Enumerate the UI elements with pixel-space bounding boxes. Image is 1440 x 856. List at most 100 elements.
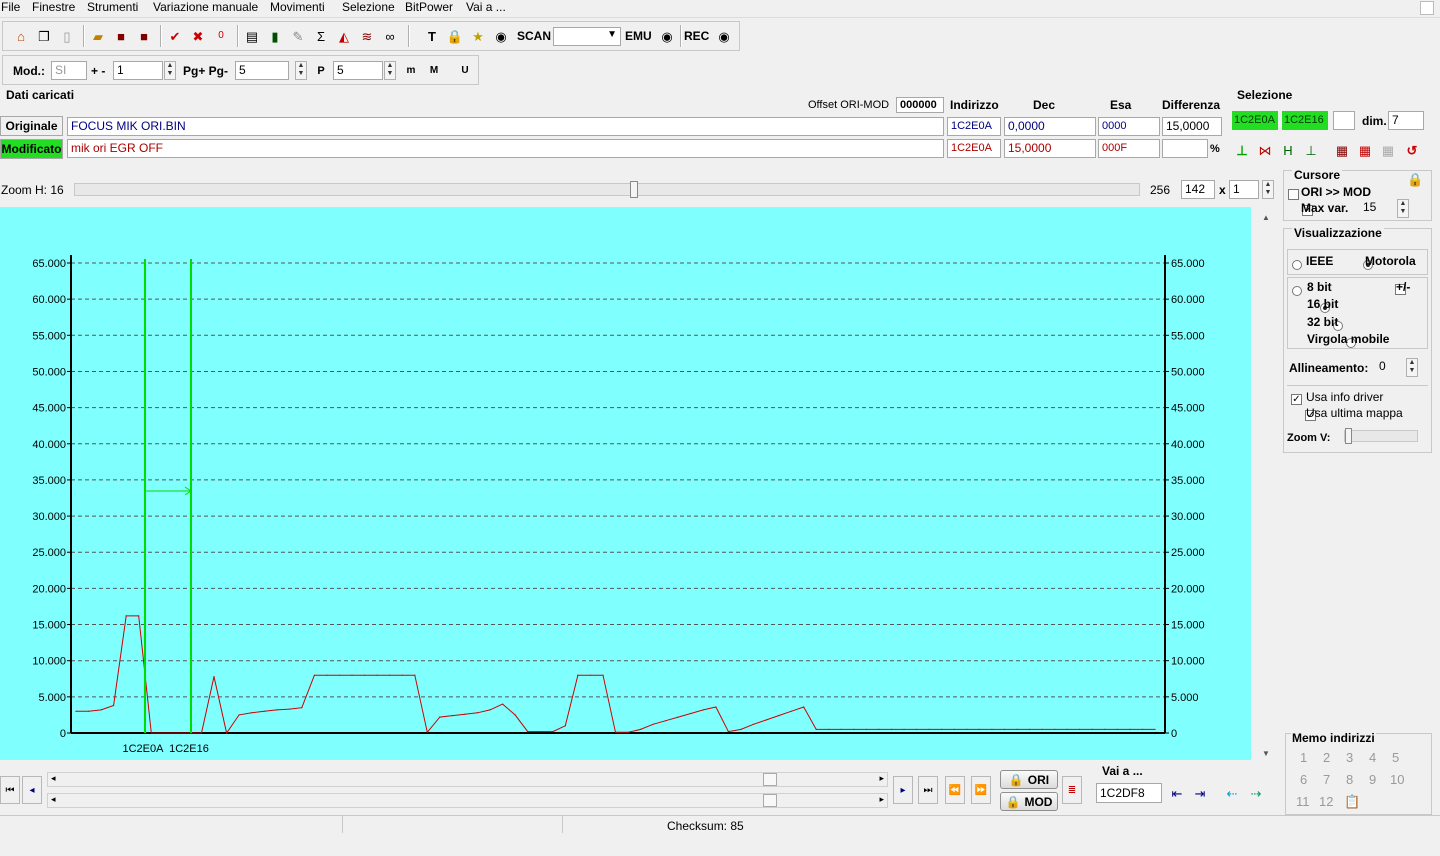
last-page-icon[interactable]: ⏭ <box>918 776 938 804</box>
table-icon[interactable]: ▤ <box>242 26 262 46</box>
runner-icon[interactable]: ★ <box>468 26 488 46</box>
vai-a-field[interactable]: 1C2DF8 <box>1096 783 1162 803</box>
selection-start[interactable]: 1C2E0A <box>1232 111 1278 130</box>
paste-selection-icon[interactable]: ▦ <box>1355 140 1375 160</box>
chart-svg[interactable]: 0 0 5.000 5.000 10.000 10.000 15.000 15.000 20.0… <box>0 207 1251 760</box>
memo-6[interactable]: 6 <box>1300 772 1307 787</box>
lock-icon[interactable]: 🔒 <box>1407 172 1423 188</box>
modificato-filename[interactable]: mik ori EGR OFF <box>67 139 944 158</box>
select-h-icon[interactable]: H <box>1278 140 1298 160</box>
copy-selection-icon[interactable]: ▦ <box>1332 140 1352 160</box>
prev-icon[interactable]: ◂ <box>22 776 42 804</box>
zoom-v-slider[interactable] <box>1344 428 1418 444</box>
scroll-right-icon[interactable]: ▸ <box>879 794 884 805</box>
open-folder-icon[interactable]: ▰ <box>88 26 108 46</box>
ori-mod-checkbox[interactable] <box>1288 189 1299 201</box>
check-icon[interactable]: ✔ <box>165 26 185 46</box>
originale-dec[interactable]: 0,0000 <box>1004 117 1096 136</box>
first-page-icon[interactable]: ⏮ <box>0 776 20 804</box>
reset-icon[interactable]: ↺ <box>1402 140 1422 160</box>
memo-2[interactable]: 2 <box>1323 750 1330 765</box>
plusminus-spinner[interactable]: ▲ ▼ <box>164 61 176 80</box>
go-right-icon[interactable]: ⇥ <box>1190 783 1210 803</box>
scroll-left-icon[interactable]: ◂ <box>51 773 56 784</box>
chart-vscrollbar[interactable]: ▲ ▼ <box>1258 207 1275 760</box>
page-p-icon[interactable]: P <box>311 61 331 81</box>
allineamento-spinner[interactable]: ▲ ▼ <box>1406 358 1418 377</box>
zoom-h-thumb[interactable] <box>630 181 638 198</box>
p-field[interactable]: 5 <box>333 61 383 80</box>
M-icon[interactable]: M <box>424 61 444 81</box>
max-var-field[interactable]: 15 <box>1360 199 1396 218</box>
ori-hscroll[interactable]: ◂ ▸ <box>47 772 888 787</box>
disabled-selection-icon[interactable]: ▦ <box>1378 140 1398 160</box>
zoom-142-field[interactable]: 142 <box>1181 180 1215 199</box>
compare-icon[interactable]: ≣ <box>1062 776 1082 804</box>
memo-7[interactable]: 7 <box>1323 772 1330 787</box>
memory-forward-icon[interactable]: ⇢ <box>1246 783 1266 803</box>
originale-differenza[interactable]: 15,0000 <box>1162 117 1222 136</box>
memo-11[interactable]: 11 <box>1296 794 1310 809</box>
bit8-radio[interactable] <box>1292 285 1302 296</box>
scroll-left-icon[interactable]: ◂ <box>51 794 56 805</box>
graph-icon[interactable]: ≋ <box>357 26 377 46</box>
next-diff-icon[interactable]: ⏩ <box>971 776 991 804</box>
memo-9[interactable]: 9 <box>1369 772 1376 787</box>
save-icon[interactable]: ■ <box>111 26 131 46</box>
plusminus-field[interactable]: 1 <box>113 61 163 80</box>
mod-field[interactable]: SI <box>51 61 87 80</box>
originale-filename[interactable]: FOCUS MIK ORI.BIN <box>67 117 944 136</box>
select-end-icon[interactable]: ⊥ <box>1301 140 1321 160</box>
modificato-esa[interactable]: 000F <box>1098 139 1160 158</box>
windows-icon[interactable]: ❐ <box>34 26 54 46</box>
go-left-icon[interactable]: ⇤ <box>1167 783 1187 803</box>
ori-hscroll-thumb[interactable] <box>763 773 777 786</box>
save-as-icon[interactable]: ■ <box>134 26 154 46</box>
text-icon[interactable]: T <box>422 26 442 46</box>
zero-icon[interactable]: 0 <box>211 26 231 46</box>
mod-button[interactable]: 🔒 MOD <box>1000 792 1058 811</box>
record-dot-icon[interactable]: ◉ <box>491 26 511 46</box>
next-icon[interactable]: ▸ <box>893 776 913 804</box>
scroll-down-icon[interactable]: ▼ <box>1262 749 1270 758</box>
mod-hscroll-thumb[interactable] <box>763 794 777 807</box>
memo-1[interactable]: 1 <box>1300 750 1307 765</box>
calculator-icon[interactable]: ▮ <box>265 26 285 46</box>
p-spinner[interactable]: ▲ ▼ <box>384 61 396 80</box>
tool-icon[interactable]: ✎ <box>288 26 308 46</box>
dim-field[interactable]: 7 <box>1388 111 1424 130</box>
originale-esa[interactable]: 0000 <box>1098 117 1160 136</box>
emu-icon[interactable]: ◉ <box>657 26 677 46</box>
max-var-spinner[interactable]: ▲ ▼ <box>1397 199 1409 218</box>
m-icon[interactable]: m <box>401 61 421 81</box>
pg-field[interactable]: 5 <box>235 61 289 80</box>
menu-file[interactable]: File <box>1 0 20 15</box>
memo-3[interactable]: 3 <box>1346 750 1353 765</box>
zoom-v-thumb[interactable] <box>1345 428 1352 444</box>
menu-strumenti[interactable]: Strumenti <box>87 0 138 15</box>
menu-finestre[interactable]: Finestre <box>32 0 75 15</box>
memo-5[interactable]: 5 <box>1392 750 1399 765</box>
rec-icon[interactable]: ◉ <box>714 26 734 46</box>
select-mid-icon[interactable]: ⋈ <box>1255 140 1275 160</box>
originale-address[interactable]: 1C2E0A <box>947 117 1001 136</box>
menu-selezione[interactable]: Selezione <box>342 0 395 15</box>
binoculars-icon[interactable]: ∞ <box>380 26 400 46</box>
memo-8[interactable]: 8 <box>1346 772 1353 787</box>
menu-vai-a[interactable]: Vai a ... <box>466 0 506 15</box>
menu-movimenti[interactable]: Movimenti <box>270 0 325 15</box>
pg-spinner[interactable]: ▲ ▼ <box>295 61 307 80</box>
memory-back-icon[interactable]: ⇠ <box>1222 783 1242 803</box>
modificato-dec[interactable]: 15,0000 <box>1004 139 1096 158</box>
zoom-1-field[interactable]: 1 <box>1229 180 1259 199</box>
zoom-spinner[interactable]: ▲ ▼ <box>1262 180 1274 199</box>
scan-dropdown[interactable]: ▼ <box>553 27 621 46</box>
prev-diff-icon[interactable]: ⏪ <box>945 776 965 804</box>
sigma-icon[interactable]: Σ <box>311 26 331 46</box>
ori-button[interactable]: 🔒 ORI <box>1000 770 1058 789</box>
modificato-address[interactable]: 1C2E0A <box>947 139 1001 158</box>
copy-icon[interactable]: ▯ <box>57 26 77 46</box>
selection-extra-field[interactable] <box>1333 111 1355 130</box>
allineamento-field[interactable]: 0 <box>1376 358 1406 377</box>
ieee-radio[interactable] <box>1292 259 1302 270</box>
